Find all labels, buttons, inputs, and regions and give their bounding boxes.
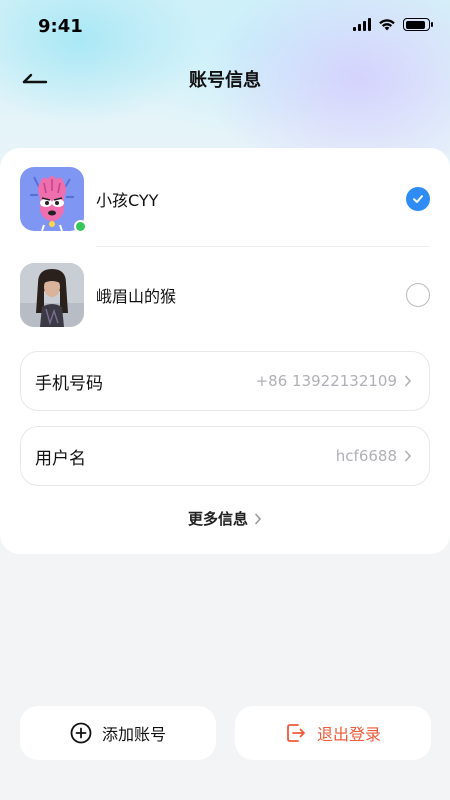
add-account-label: 添加账号 [101, 725, 166, 744]
logout-button[interactable]: 退出登录 [235, 706, 431, 760]
selected-check-icon[interactable] [406, 187, 430, 211]
phone-number-label: 手机号码 [35, 373, 103, 394]
navigation-header: 账号信息 [0, 54, 450, 104]
phone-number-value: +86 13922132109 [255, 372, 397, 390]
wifi-icon [379, 19, 395, 31]
username-label: 用户名 [35, 448, 86, 469]
logout-label: 退出登录 [316, 725, 381, 744]
online-status-dot [74, 220, 87, 233]
photo-avatar-image [20, 263, 84, 327]
status-bar: 9:41 [0, 0, 450, 54]
avatar-wrap [20, 167, 87, 233]
chevron-right-icon [403, 449, 413, 463]
unselected-radio-icon[interactable] [406, 283, 430, 307]
battery-icon [403, 18, 433, 31]
divider [96, 246, 430, 247]
account-card: 小孩CYY 峨眉山的猴 手机号码 +86 13922132109 用户名 hcf… [0, 148, 450, 554]
logout-icon [287, 724, 305, 742]
account-item-primary[interactable]: 小孩CYY [20, 166, 430, 233]
avatar [20, 263, 84, 327]
username-value: hcf6688 [335, 447, 397, 465]
cartoon-avatar-image [20, 167, 84, 231]
more-info-label: 更多信息 [187, 510, 248, 528]
status-time: 9:41 [38, 16, 83, 37]
avatar [20, 167, 84, 231]
add-account-button[interactable]: 添加账号 [20, 706, 216, 760]
account-name: 小孩CYY [96, 191, 159, 210]
phone-number-row[interactable]: 手机号码 +86 13922132109 [20, 351, 430, 411]
status-icons [353, 18, 433, 31]
battery-level [405, 20, 426, 29]
more-info-link[interactable]: 更多信息 [0, 508, 450, 529]
account-item-secondary[interactable]: 峨眉山的猴 [20, 262, 430, 328]
username-row[interactable]: 用户名 hcf6688 [20, 426, 430, 486]
page-title: 账号信息 [189, 70, 261, 91]
plus-circle-icon [70, 722, 92, 744]
cellular-signal-icon [353, 18, 371, 31]
avatar-wrap [20, 263, 84, 327]
chevron-right-icon [403, 374, 413, 388]
account-name: 峨眉山的猴 [96, 287, 177, 306]
chevron-right-icon [255, 513, 262, 524]
